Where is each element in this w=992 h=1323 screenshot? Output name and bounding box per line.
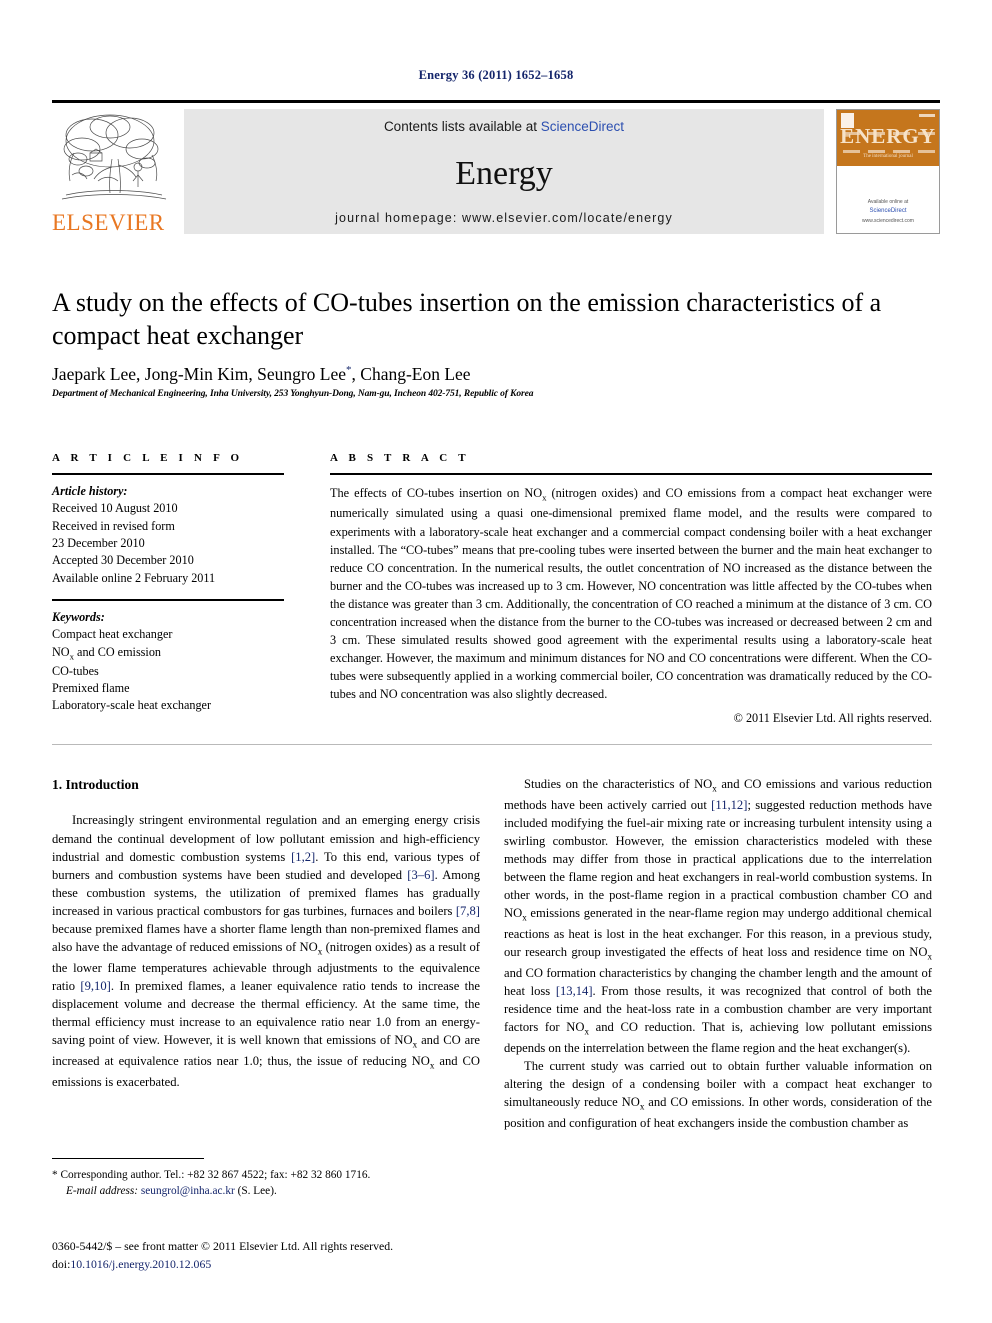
contents-prefix-text: Contents lists available at xyxy=(383,119,541,134)
text-run: emissions generated in the near-flame re… xyxy=(504,906,932,960)
article-history-label: Article history: xyxy=(52,484,128,498)
footnote-contact-text: Corresponding author. Tel.: +82 32 867 4… xyxy=(57,1169,371,1181)
section-heading-introduction: 1. Introduction xyxy=(52,777,139,792)
imprint-line: 0360-5442/$ – see front matter © 2011 El… xyxy=(52,1239,394,1253)
citation-link[interactable]: [13,14] xyxy=(556,984,593,998)
doi-label: doi: xyxy=(52,1256,71,1271)
article-info-rule xyxy=(52,473,284,475)
abstract-heading: A B S T R A C T xyxy=(330,452,470,464)
cover-title: ENERGY xyxy=(840,124,936,148)
body-column-left: 1. Introduction Increasingly stringent e… xyxy=(52,775,480,1091)
journal-banner: Contents lists available at ScienceDirec… xyxy=(184,109,824,234)
elsevier-wordmark: ELSEVIER xyxy=(52,210,165,235)
cover-issue-marker xyxy=(919,114,935,117)
body-divider xyxy=(52,744,932,745)
keyword-nox-suffix: and CO emission xyxy=(74,644,162,659)
cover-footer: Available online at ScienceDirect www.sc… xyxy=(837,198,939,225)
journal-title: Energy xyxy=(455,154,553,192)
cover-footer-line1: Available online at xyxy=(867,199,909,206)
email-link[interactable]: seungrol@inha.ac.kr xyxy=(141,1185,235,1197)
sciencedirect-link[interactable]: ScienceDirect xyxy=(541,119,624,134)
imprint-block: 0360-5442/$ – see front matter © 2011 El… xyxy=(52,1238,492,1273)
history-item: Received in revised form xyxy=(52,518,175,533)
corresponding-author-note: * Corresponding author. Tel.: +82 32 867… xyxy=(52,1167,480,1199)
journal-homepage-link[interactable]: journal homepage: www.elsevier.com/locat… xyxy=(335,211,673,225)
cover-sciencedirect-badge: ScienceDirect xyxy=(869,208,907,215)
keywords-label: Keywords: xyxy=(52,609,105,624)
journal-masthead: ELSEVIER Contents lists available at Sci… xyxy=(52,100,940,234)
abstract-part-b: (nitrogen oxides) and CO emissions from … xyxy=(330,486,933,702)
citation-link[interactable]: [11,12] xyxy=(711,798,747,812)
history-item: 23 December 2010 xyxy=(52,535,145,550)
doi-line: doi:10.1016/j.energy.2010.12.065 xyxy=(52,1256,492,1274)
citation-link[interactable]: [7,8] xyxy=(456,904,480,918)
nox-subscript: x xyxy=(927,951,932,962)
text-run: ; suggested reduction methods have inclu… xyxy=(504,797,932,921)
text-run: . In premixed flames, a leaner equivalen… xyxy=(52,979,481,1048)
paragraph: The current study was carried out to obt… xyxy=(504,1057,932,1132)
abstract-text: The effects of CO-tubes insertion on NOx… xyxy=(330,484,932,703)
affiliation: Department of Mechanical Engineering, In… xyxy=(52,389,534,399)
elsevier-tree-icon xyxy=(52,109,174,205)
author-list: Jaepark Lee, Jong-Min Kim, Seungro Lee*,… xyxy=(52,364,932,385)
journal-cover-thumbnail: ENERGY The international journal Availab… xyxy=(836,109,940,234)
citation-link[interactable]: [1,2] xyxy=(291,850,315,864)
paragraph: Increasingly stringent environmental reg… xyxy=(52,811,480,1090)
body-column-right: Studies on the characteristics of NOx an… xyxy=(504,775,932,1132)
history-item: Received 10 August 2010 xyxy=(52,501,178,516)
keyword-item: Premixed flame xyxy=(52,680,130,695)
keyword-item: CO-tubes xyxy=(52,663,99,678)
citation-link[interactable]: [3–6] xyxy=(407,868,434,882)
abstract-copyright: © 2011 Elsevier Ltd. All rights reserved… xyxy=(733,711,932,726)
email-label: E-mail address: xyxy=(66,1185,139,1198)
keywords-rule xyxy=(52,598,284,601)
authors-primary: Jaepark Lee, Jong-Min Kim, Seungro Lee xyxy=(52,364,347,384)
keywords-group: Keywords: Compact heat exchanger NOx and… xyxy=(52,609,284,715)
cover-subtitle: The international journal xyxy=(863,154,913,159)
email-owner: (S. Lee). xyxy=(234,1185,277,1198)
cover-footer-line2: www.sciencedirect.com xyxy=(862,218,914,224)
cover-topic-row-2 xyxy=(843,150,935,153)
page-title: A study on the effects of CO-tubes inser… xyxy=(52,288,882,351)
keyword-item: Laboratory-scale heat exchanger xyxy=(52,698,212,713)
citation-link[interactable]: [9,10] xyxy=(80,979,110,993)
keyword-item: NOx and CO emission xyxy=(52,644,284,663)
article-info-column: A R T I C L E I N F O Article history: R… xyxy=(52,452,284,715)
abstract-part-a: The effects of CO-tubes insertion on NO xyxy=(330,486,543,500)
keyword-item: Compact heat exchanger xyxy=(52,627,173,642)
footnote-block: * Corresponding author. Tel.: +82 32 867… xyxy=(52,1158,480,1199)
abstract-rule xyxy=(330,473,932,475)
footnote-rule xyxy=(52,1158,204,1159)
article-info-heading: A R T I C L E I N F O xyxy=(52,452,244,464)
text-run: Studies on the characteristics of NO xyxy=(524,777,713,791)
elsevier-logo-block: ELSEVIER xyxy=(52,109,180,234)
abstract-column: A B S T R A C T The effects of CO-tubes … xyxy=(330,452,932,726)
keyword-nox-prefix: NO xyxy=(52,644,70,659)
doi-link[interactable]: 10.1016/j.energy.2010.12.065 xyxy=(70,1257,211,1271)
contents-available-line: Contents lists available at ScienceDirec… xyxy=(384,119,624,134)
article-history-group: Article history: Received 10 August 2010… xyxy=(52,483,284,587)
running-head: Energy 36 (2011) 1652–1658 xyxy=(418,68,574,82)
paper-page: Energy 36 (2011) 1652–1658 ELSEVIER Cont… xyxy=(0,0,992,1323)
history-item: Available online 2 February 2011 xyxy=(52,570,216,585)
masthead-top-rule xyxy=(52,100,940,103)
authors-secondary: , Chang-Eon Lee xyxy=(351,364,471,384)
paragraph: Studies on the characteristics of NOx an… xyxy=(504,775,932,1057)
history-item: Accepted 30 December 2010 xyxy=(52,553,194,568)
